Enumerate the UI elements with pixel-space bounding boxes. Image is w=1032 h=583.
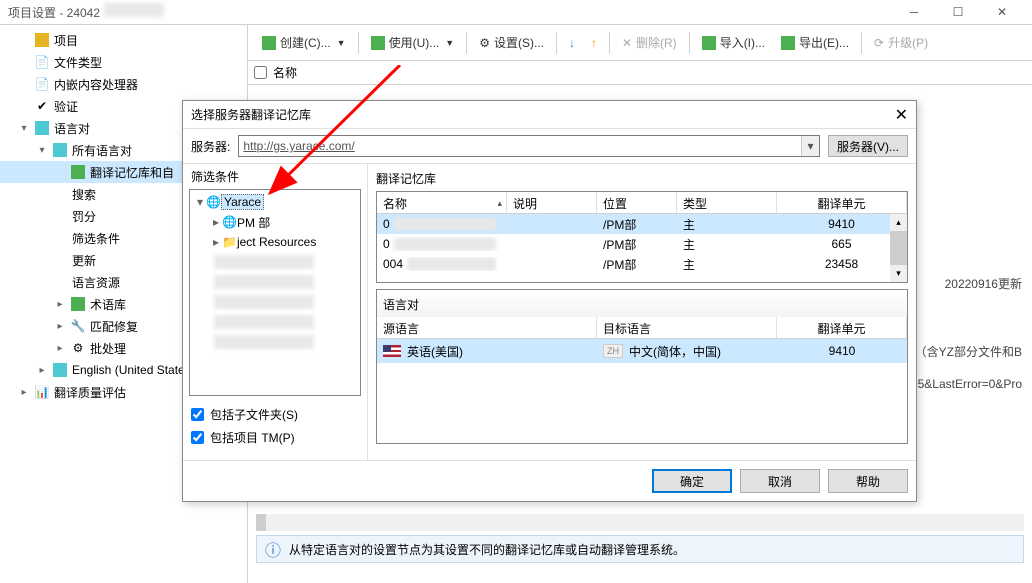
langpair-row[interactable]: 英语(美国) ZH中文(简体，中国) 9410	[377, 339, 907, 363]
tm-grid: 名称▴ 说明 位置 类型 翻译单元 0 /PM部 主 9410 0 /PM部	[376, 191, 908, 283]
combo-arrow-icon[interactable]: ▾	[801, 136, 819, 156]
filter-tree-pm[interactable]: ▸🌐PM 部	[192, 212, 358, 232]
include-project-tm-checkbox[interactable]: 包括项目 TM(P)	[191, 429, 359, 446]
toolbar-moveup-button[interactable]: ↓	[563, 33, 581, 53]
toolbar-import-button[interactable]: 导入(I)...	[696, 31, 771, 54]
include-subfolders-checkbox[interactable]: 包括子文件夹(S)	[191, 406, 359, 423]
window-title: 项目设置 - 24042	[8, 3, 892, 21]
filter-header: 筛选条件	[183, 164, 367, 189]
filter-tree-blurred	[192, 292, 358, 312]
zh-badge-icon: ZH	[603, 344, 623, 358]
tm-row[interactable]: 0 /PM部 主 9410	[377, 214, 907, 234]
window-close-button[interactable]: ✕	[980, 0, 1024, 24]
filter-tree-blurred	[192, 252, 358, 272]
filter-tree-blurred	[192, 272, 358, 292]
dialog-close-icon[interactable]: ✕	[895, 105, 908, 125]
tm-grid-scrollbar[interactable]: ▴ ▾	[890, 214, 907, 282]
info-text: 从特定语言对的设置节点为其设置不同的翻译记忆库或自动翻译管理系统。	[289, 541, 685, 558]
langpair-grid: 源语言 目标语言 翻译单元 英语(美国) ZH中文(简体，中国) 9410	[376, 317, 908, 444]
tm-col-type[interactable]: 类型	[677, 192, 777, 213]
tm-col-desc[interactable]: 说明	[507, 192, 597, 213]
cancel-button[interactable]: 取消	[740, 469, 820, 493]
toolbar-use-button[interactable]: 使用(U)...▼	[365, 31, 461, 54]
tm-col-units[interactable]: 翻译单元	[777, 192, 907, 213]
tm-col-loc[interactable]: 位置	[597, 192, 677, 213]
window-maximize-button[interactable]: ☐	[936, 0, 980, 24]
list-header-name: 名称	[273, 64, 297, 81]
info-icon: ⓘ	[265, 537, 281, 561]
toolbar-export-button[interactable]: 导出(E)...	[775, 31, 855, 54]
filter-tree-blurred	[192, 332, 358, 352]
sidebar-item-project[interactable]: 项目	[0, 29, 247, 51]
window-minimize-button[interactable]: ─	[892, 0, 936, 24]
lang-col-tgt[interactable]: 目标语言	[597, 317, 777, 338]
toolbar-create-button[interactable]: 创建(C)...▼	[256, 31, 352, 54]
tm-col-name[interactable]: 名称▴	[377, 192, 507, 213]
filter-tree-proj[interactable]: ▸📁ject Resources	[192, 232, 358, 252]
tm-row[interactable]: 004 /PM部 主 23458	[377, 254, 907, 274]
lang-col-src[interactable]: 源语言	[377, 317, 597, 338]
dialog-title: 选择服务器翻译记忆库	[191, 106, 895, 123]
lang-col-units[interactable]: 翻译单元	[777, 317, 907, 338]
window-titlebar: 项目设置 - 24042 ─ ☐ ✕	[0, 0, 1032, 25]
bg-text-1: 20220916更新	[945, 275, 1022, 292]
sidebar-item-filetypes[interactable]: 📄文件类型	[0, 51, 247, 73]
sidebar-item-embedded[interactable]: 📄内嵌内容处理器	[0, 73, 247, 95]
toolbar-upgrade-button[interactable]: ⟳升级(P)	[868, 31, 934, 54]
toolbar-delete-button[interactable]: ✕删除(R)	[616, 31, 683, 54]
bg-text-2: 25（含YZ部分文件和B	[901, 343, 1022, 360]
horizontal-scrollbar[interactable]	[256, 514, 1024, 531]
list-header: 名称	[248, 61, 1032, 85]
toolbar: 创建(C)...▼ 使用(U)...▼ ⚙设置(S)... ↓ ↑ ✕删除(R)…	[248, 25, 1032, 61]
filter-tree: ▾🌐Yarace ▸🌐PM 部 ▸📁ject Resources	[189, 189, 361, 396]
server-combo[interactable]: http://gs.yarace.com/ ▾	[238, 135, 820, 157]
tm-header: 翻译记忆库	[376, 168, 908, 191]
select-server-tm-dialog: 选择服务器翻译记忆库 ✕ 服务器: http://gs.yarace.com/ …	[182, 100, 917, 502]
ok-button[interactable]: 确定	[652, 469, 732, 493]
server-label: 服务器:	[191, 138, 230, 155]
toolbar-settings-button[interactable]: ⚙设置(S)...	[473, 31, 550, 54]
toolbar-movedown-button[interactable]: ↑	[585, 33, 603, 53]
tm-row[interactable]: 0 /PM部 主 665	[377, 234, 907, 254]
filter-tree-root[interactable]: ▾🌐Yarace	[192, 192, 358, 212]
info-bar: ⓘ 从特定语言对的设置节点为其设置不同的翻译记忆库或自动翻译管理系统。	[256, 535, 1024, 563]
help-button[interactable]: 帮助	[828, 469, 908, 493]
list-selectall-checkbox[interactable]	[254, 66, 267, 79]
filter-tree-blurred	[192, 312, 358, 332]
flag-us-icon	[383, 345, 401, 357]
langpair-header: 语言对	[376, 289, 908, 317]
servers-button[interactable]: 服务器(V)...	[828, 135, 908, 157]
